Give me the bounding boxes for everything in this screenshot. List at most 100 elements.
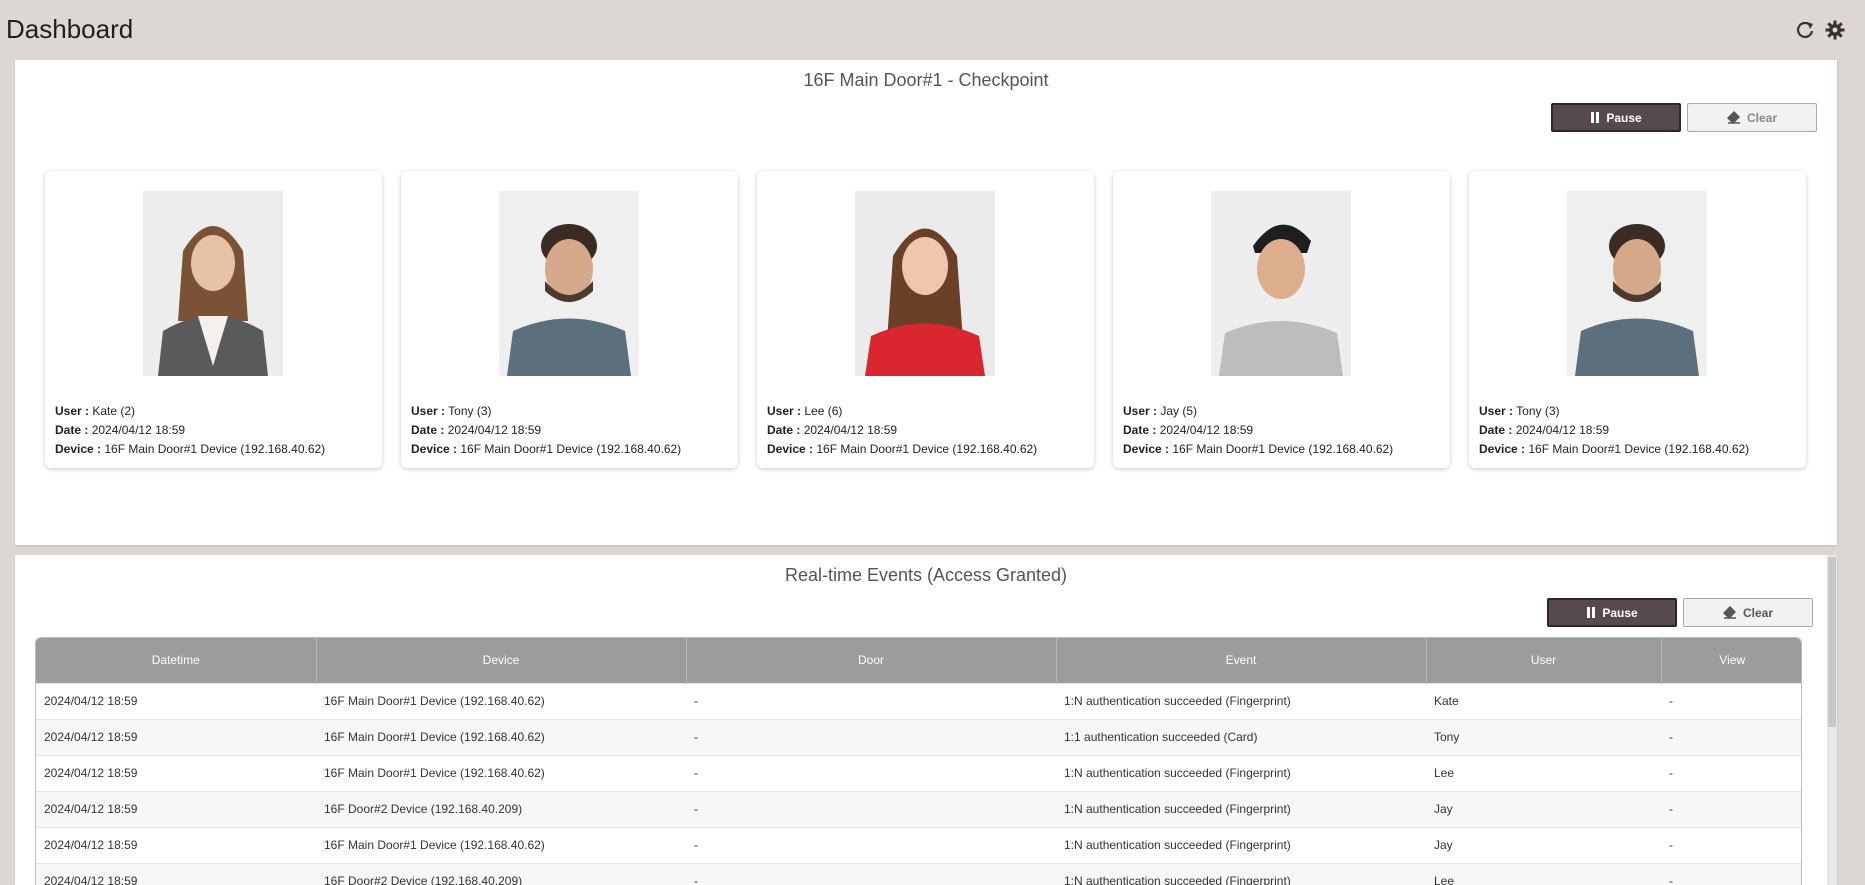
top-icons bbox=[1793, 18, 1847, 42]
cell-event: 1:N authentication succeeded (Fingerprin… bbox=[1056, 862, 1426, 885]
card-date: 2024/04/12 18:59 bbox=[1159, 423, 1254, 437]
eraser-icon bbox=[1726, 111, 1740, 124]
device-label: Device : bbox=[767, 442, 814, 456]
events-actions: Pause Clear bbox=[1547, 598, 1813, 627]
cell-view: - bbox=[1661, 682, 1801, 719]
cell-door: - bbox=[686, 718, 1056, 755]
clear-label: Clear bbox=[1746, 110, 1778, 125]
card-device: 16F Main Door#1 Device (192.168.40.62) bbox=[104, 442, 326, 456]
cell-datetime: 2024/04/12 18:59 bbox=[36, 718, 316, 755]
column-header-view[interactable]: View bbox=[1661, 638, 1801, 683]
checkpoint-card[interactable]: User : Lee (6) Date : 2024/04/12 18:59 D… bbox=[757, 171, 1094, 468]
events-panel: Real-time Events (Access Granted) Pause … bbox=[15, 555, 1837, 885]
cell-door: - bbox=[686, 790, 1056, 827]
card-info: User : Lee (6) Date : 2024/04/12 18:59 D… bbox=[767, 402, 1037, 459]
column-header-door[interactable]: Door bbox=[686, 638, 1057, 683]
date-label: Date : bbox=[1479, 423, 1513, 437]
user-photo bbox=[499, 191, 639, 376]
card-user: Jay (5) bbox=[1160, 404, 1198, 418]
cell-event: 1:1 authentication succeeded (Card) bbox=[1056, 718, 1426, 755]
cell-device: 16F Main Door#1 Device (192.168.40.62) bbox=[316, 754, 686, 791]
card-info: User : Kate (2) Date : 2024/04/12 18:59 … bbox=[55, 402, 325, 459]
cell-device: 16F Door#2 Device (192.168.40.209) bbox=[316, 862, 686, 885]
cell-datetime: 2024/04/12 18:59 bbox=[36, 862, 316, 885]
cell-user: Lee bbox=[1426, 754, 1661, 791]
checkpoint-card[interactable]: User : Tony (3) Date : 2024/04/12 18:59 … bbox=[401, 171, 738, 468]
cell-view: - bbox=[1661, 790, 1801, 827]
card-device: 16F Main Door#1 Device (192.168.40.62) bbox=[1172, 442, 1394, 456]
card-user: Tony (3) bbox=[448, 404, 492, 418]
events-clear-button[interactable]: Clear bbox=[1683, 598, 1813, 627]
vertical-scrollbar[interactable] bbox=[1827, 555, 1837, 885]
table-row[interactable]: 2024/04/12 18:59 16F Main Door#1 Device … bbox=[36, 826, 1801, 863]
cell-user: Tony bbox=[1426, 718, 1661, 755]
eraser-icon bbox=[1722, 606, 1736, 619]
column-header-event[interactable]: Event bbox=[1056, 638, 1427, 683]
cell-view: - bbox=[1661, 862, 1801, 885]
cell-view: - bbox=[1661, 826, 1801, 863]
user-photo bbox=[1211, 191, 1351, 376]
cell-user: Jay bbox=[1426, 826, 1661, 863]
table-row[interactable]: 2024/04/12 18:59 16F Door#2 Device (192.… bbox=[36, 790, 1801, 827]
scrollbar-thumb[interactable] bbox=[1828, 557, 1836, 727]
cell-view: - bbox=[1661, 754, 1801, 791]
card-user: Tony (3) bbox=[1516, 404, 1560, 418]
user-label: User : bbox=[1123, 404, 1158, 418]
table-row[interactable]: 2024/04/12 18:59 16F Main Door#1 Device … bbox=[36, 754, 1801, 791]
column-header-device[interactable]: Device bbox=[316, 638, 687, 683]
cell-user: Jay bbox=[1426, 790, 1661, 827]
user-label: User : bbox=[767, 404, 802, 418]
card-date: 2024/04/12 18:59 bbox=[803, 423, 898, 437]
card-device: 16F Main Door#1 Device (192.168.40.62) bbox=[1528, 442, 1750, 456]
card-date: 2024/04/12 18:59 bbox=[1515, 423, 1610, 437]
card-info: User : Jay (5) Date : 2024/04/12 18:59 D… bbox=[1123, 402, 1393, 459]
card-info: User : Tony (3) Date : 2024/04/12 18:59 … bbox=[1479, 402, 1749, 459]
refresh-icon[interactable] bbox=[1793, 18, 1817, 42]
card-user: Lee (6) bbox=[804, 404, 843, 418]
user-label: User : bbox=[55, 404, 90, 418]
cell-device: 16F Door#2 Device (192.168.40.209) bbox=[316, 790, 686, 827]
date-label: Date : bbox=[767, 423, 801, 437]
clear-label: Clear bbox=[1742, 605, 1774, 620]
pause-icon bbox=[1591, 112, 1600, 123]
cell-device: 16F Main Door#1 Device (192.168.40.62) bbox=[316, 682, 686, 719]
cell-event: 1:N authentication succeeded (Fingerprin… bbox=[1056, 790, 1426, 827]
card-user: Kate (2) bbox=[92, 404, 136, 418]
user-photo bbox=[143, 191, 283, 376]
gear-icon[interactable] bbox=[1823, 18, 1847, 42]
device-label: Device : bbox=[1479, 442, 1526, 456]
checkpoint-card[interactable]: User : Kate (2) Date : 2024/04/12 18:59 … bbox=[45, 171, 382, 468]
table-row[interactable]: 2024/04/12 18:59 16F Main Door#1 Device … bbox=[36, 682, 1801, 719]
events-title: Real-time Events (Access Granted) bbox=[784, 565, 1068, 585]
checkpoint-card[interactable]: User : Tony (3) Date : 2024/04/12 18:59 … bbox=[1469, 171, 1806, 468]
checkpoint-pause-button[interactable]: Pause bbox=[1551, 103, 1681, 132]
events-table: Datetime Device Door Event User View 202… bbox=[35, 637, 1802, 885]
device-label: Device : bbox=[1123, 442, 1170, 456]
cell-datetime: 2024/04/12 18:59 bbox=[36, 826, 316, 863]
cell-datetime: 2024/04/12 18:59 bbox=[36, 790, 316, 827]
device-label: Device : bbox=[411, 442, 458, 456]
column-header-datetime[interactable]: Datetime bbox=[36, 638, 317, 683]
card-device: 16F Main Door#1 Device (192.168.40.62) bbox=[816, 442, 1038, 456]
cell-view: - bbox=[1661, 718, 1801, 755]
checkpoint-clear-button[interactable]: Clear bbox=[1687, 103, 1817, 132]
cell-datetime: 2024/04/12 18:59 bbox=[36, 682, 316, 719]
card-date: 2024/04/12 18:59 bbox=[91, 423, 186, 437]
user-photo bbox=[1567, 191, 1707, 376]
checkpoint-cards: User : Kate (2) Date : 2024/04/12 18:59 … bbox=[45, 171, 1806, 468]
column-header-user[interactable]: User bbox=[1426, 638, 1662, 683]
cell-device: 16F Main Door#1 Device (192.168.40.62) bbox=[316, 718, 686, 755]
date-label: Date : bbox=[411, 423, 445, 437]
cell-door: - bbox=[686, 682, 1056, 719]
checkpoint-panel: 16F Main Door#1 - Checkpoint Pause Clear… bbox=[15, 60, 1837, 545]
table-row[interactable]: 2024/04/12 18:59 16F Door#2 Device (192.… bbox=[36, 862, 1801, 885]
cell-door: - bbox=[686, 754, 1056, 791]
table-row[interactable]: 2024/04/12 18:59 16F Main Door#1 Device … bbox=[36, 718, 1801, 755]
cell-user: Lee bbox=[1426, 862, 1661, 885]
pause-label: Pause bbox=[1602, 605, 1638, 620]
events-pause-button[interactable]: Pause bbox=[1547, 598, 1677, 627]
page-title: Dashboard bbox=[6, 14, 134, 44]
checkpoint-card[interactable]: User : Jay (5) Date : 2024/04/12 18:59 D… bbox=[1113, 171, 1450, 468]
date-label: Date : bbox=[55, 423, 89, 437]
pause-label: Pause bbox=[1606, 110, 1642, 125]
